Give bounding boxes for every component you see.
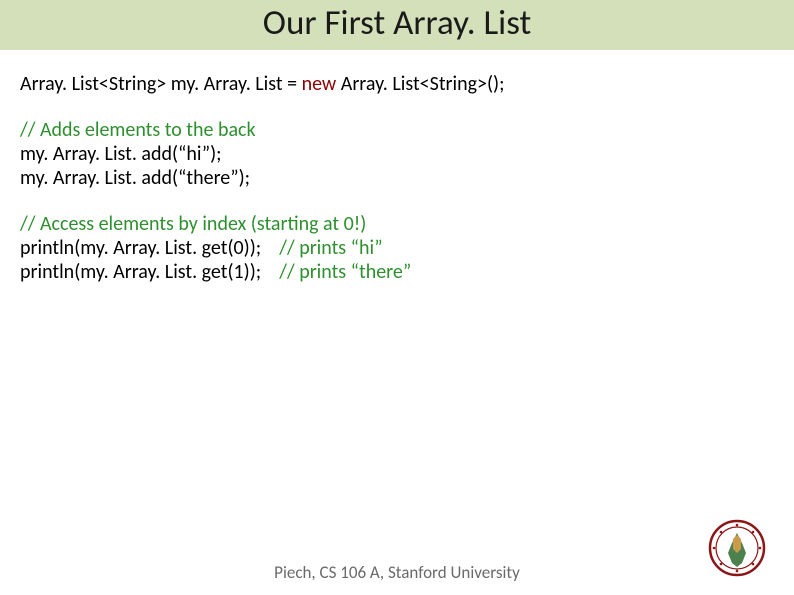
stanford-seal-icon bbox=[708, 519, 766, 577]
code-add-hi: my. Array. List. add(“hi”); bbox=[20, 142, 774, 166]
code-get-0: println(my. Array. List. get(0)); // pri… bbox=[20, 236, 774, 260]
decl-rest: Array. List<String>(); bbox=[336, 72, 504, 96]
get1-comment: // prints “there” bbox=[279, 260, 411, 284]
code-add-there: my. Array. List. add(“there”); bbox=[20, 166, 774, 190]
comment-access: // Access elements by index (starting at… bbox=[20, 212, 774, 236]
slide-footer: Piech, CS 106 A, Stanford University bbox=[0, 562, 794, 583]
code-declaration: Array. List<String> my. Array. List = ne… bbox=[20, 72, 774, 96]
title-bar: Our First Array. List bbox=[0, 0, 794, 50]
new-keyword: new bbox=[302, 72, 337, 96]
code-block-add: // Adds elements to the back my. Array. … bbox=[20, 118, 774, 190]
get1-call: println(my. Array. List. get(1)); bbox=[20, 260, 279, 284]
get0-comment: // prints “hi” bbox=[279, 236, 382, 260]
code-get-1: println(my. Array. List. get(1)); // pri… bbox=[20, 260, 774, 284]
slide-title: Our First Array. List bbox=[0, 2, 794, 44]
decl-text: Array. List<String> my. Array. List = bbox=[20, 72, 302, 96]
code-block-access: // Access elements by index (starting at… bbox=[20, 212, 774, 284]
slide-content: Array. List<String> my. Array. List = ne… bbox=[0, 50, 794, 284]
get0-call: println(my. Array. List. get(0)); bbox=[20, 236, 279, 260]
comment-add: // Adds elements to the back bbox=[20, 118, 774, 142]
